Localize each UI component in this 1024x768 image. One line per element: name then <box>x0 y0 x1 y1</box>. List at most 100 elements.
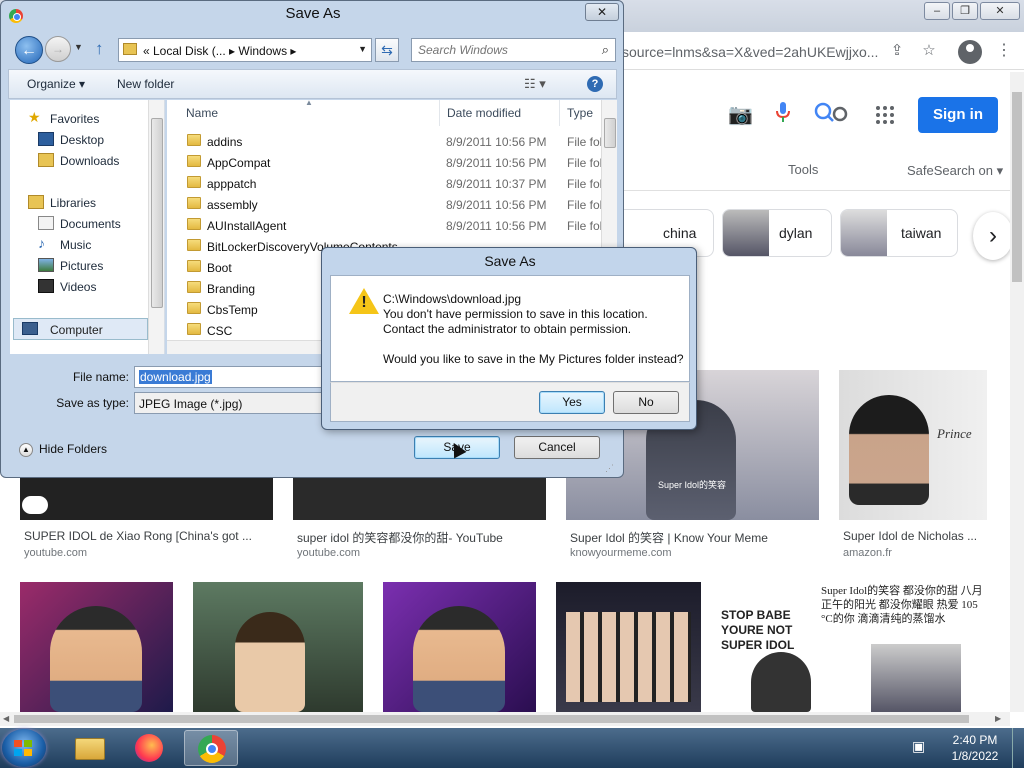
camera-search-icon[interactable]: 📷 <box>728 102 753 127</box>
result-image[interactable] <box>293 476 546 520</box>
change-view-icon[interactable]: ☷ ▾ <box>524 76 546 92</box>
search-input[interactable] <box>418 42 588 58</box>
scroll-right-icon[interactable]: ▶ <box>995 714 1001 723</box>
forward-button[interactable]: → <box>45 36 71 62</box>
chips-next-arrow-icon[interactable]: › <box>973 212 1013 260</box>
column-header-type[interactable]: Type <box>567 100 593 126</box>
file-type: File fol <box>567 198 603 212</box>
nav-label: Computer <box>50 323 103 337</box>
sketch-figure <box>751 652 811 712</box>
system-clock[interactable]: 2:40 PM 1/8/2022 <box>940 732 1010 764</box>
path-breadcrumb[interactable]: « Local Disk (... ▸ Windows ▸ ▼ <box>118 38 372 62</box>
chip-taiwan[interactable]: taiwan <box>840 209 958 257</box>
page-vertical-scrollbar[interactable] <box>1010 72 1024 712</box>
dialog-close-button[interactable]: ✕ <box>585 3 619 21</box>
up-folder-icon[interactable]: ↑ <box>95 39 113 59</box>
share-icon[interactable]: ⇪ <box>886 40 908 62</box>
file-row[interactable]: addins 8/9/2011 10:56 PM File fol <box>167 131 603 152</box>
file-row[interactable]: assembly 8/9/2011 10:56 PM File fol <box>167 194 603 215</box>
search-settings-icon[interactable] <box>814 102 848 126</box>
cancel-button[interactable]: Cancel <box>514 436 600 459</box>
save-as-type-select[interactable]: JPEG Image (*.jpg) <box>134 392 322 414</box>
nav-scrollbar[interactable] <box>148 100 164 354</box>
profile-avatar-icon[interactable] <box>958 40 982 64</box>
taskbar-chrome[interactable] <box>184 730 238 766</box>
search-box[interactable]: ⌕ <box>411 38 616 62</box>
resize-grip-icon[interactable]: ⋰ <box>605 463 614 474</box>
result-image[interactable]: STOP BABE YOURE NOT SUPER IDOL Super Ido… <box>721 582 987 712</box>
tools-tab[interactable]: Tools <box>788 162 818 177</box>
column-separator[interactable] <box>439 100 440 126</box>
scrollbar-thumb[interactable] <box>151 118 163 308</box>
result-caption[interactable]: super idol 的笑容都没你的甜- YouTube <box>297 529 503 546</box>
window-controls: – ❐ ✕ <box>924 2 1020 20</box>
file-date: 8/9/2011 10:56 PM <box>446 156 547 170</box>
nav-label: Favorites <box>50 112 100 126</box>
result-image[interactable] <box>20 476 273 520</box>
folder-icon <box>187 302 201 314</box>
close-window-button[interactable]: ✕ <box>980 2 1020 20</box>
result-image[interactable] <box>20 582 173 712</box>
result-source: youtube.com <box>297 547 360 559</box>
safesearch-toggle[interactable]: SafeSearch on ▾ <box>907 163 1003 179</box>
yes-button[interactable]: Yes <box>539 391 605 414</box>
scrollbar-thumb[interactable] <box>604 118 616 148</box>
help-icon[interactable]: ? <box>587 76 603 92</box>
result-image[interactable]: Prince <box>839 370 987 520</box>
save-as-type-value: JPEG Image (*.jpg) <box>139 397 243 411</box>
file-name: CbsTemp <box>207 303 258 317</box>
error-message-text: You don't have permission to save in thi… <box>383 307 648 321</box>
nav-computer[interactable]: Computer <box>13 318 148 340</box>
folder-icon <box>187 239 201 251</box>
result-source: amazon.fr <box>843 547 892 559</box>
back-button[interactable]: ← <box>15 36 43 64</box>
minimize-button[interactable]: – <box>924 2 950 20</box>
microphone-icon[interactable] <box>776 102 790 122</box>
path-dropdown-icon[interactable]: ▼ <box>358 44 367 54</box>
folder-icon <box>187 134 201 146</box>
result-caption[interactable]: SUPER IDOL de Xiao Rong [China's got ... <box>24 529 252 543</box>
file-name-selected-text[interactable]: download.jpg <box>139 370 212 384</box>
file-row[interactable]: AppCompat 8/9/2011 10:56 PM File fol <box>167 152 603 173</box>
result-image[interactable] <box>193 582 363 712</box>
breadcrumb-text[interactable]: « Local Disk (... ▸ Windows ▸ <box>143 44 296 58</box>
apps-grid-icon[interactable] <box>876 106 894 124</box>
chip-dylan[interactable]: dylan <box>722 209 832 257</box>
organize-button[interactable]: Organize ▾ <box>27 77 85 91</box>
taskbar-explorer[interactable] <box>63 730 117 766</box>
column-separator[interactable] <box>559 100 560 126</box>
recent-locations-dropdown-icon[interactable]: ▼ <box>74 42 86 52</box>
refresh-button[interactable]: ⇆ <box>375 38 399 62</box>
page-horizontal-scrollbar[interactable]: ◀ ▶ <box>0 712 1010 726</box>
no-button[interactable]: No <box>613 391 679 414</box>
scrollbar-thumb[interactable] <box>1012 92 1022 282</box>
show-desktop-button[interactable] <box>1012 728 1024 768</box>
scroll-left-icon[interactable]: ◀ <box>3 714 9 723</box>
nav-label: Music <box>60 238 92 252</box>
file-name-input[interactable]: download.jpg <box>134 366 322 388</box>
new-folder-button[interactable]: New folder <box>117 77 174 91</box>
file-row[interactable]: apppatch 8/9/2011 10:37 PM File fol <box>167 173 603 194</box>
browser-menu-icon[interactable]: ⋮ <box>996 40 1012 60</box>
scrollbar-thumb[interactable] <box>14 715 969 723</box>
music-icon: ♪ <box>38 235 45 251</box>
maximize-button[interactable]: ❐ <box>952 2 978 20</box>
bookmark-star-icon[interactable]: ☆ <box>918 40 940 62</box>
taskbar-firefox[interactable] <box>123 730 177 766</box>
hide-folders-button[interactable]: ▲ Hide Folders <box>19 442 107 457</box>
result-image[interactable] <box>556 582 701 712</box>
folder-icon <box>187 281 201 293</box>
result-caption[interactable]: Super Idol 的笑容 | Know Your Meme <box>570 529 768 546</box>
sign-in-button[interactable]: Sign in <box>918 97 998 133</box>
result-image[interactable] <box>383 582 536 712</box>
network-tray-icon[interactable]: ▣ <box>912 738 934 756</box>
play-icon <box>22 496 48 514</box>
chip-thumbnail <box>841 210 887 256</box>
column-header-date[interactable]: Date modified <box>447 100 521 126</box>
file-row[interactable]: AUInstallAgent 8/9/2011 10:56 PM File fol <box>167 215 603 236</box>
person-figure <box>50 606 142 712</box>
result-caption[interactable]: Super Idol de Nicholas ... <box>843 529 977 543</box>
file-name: Boot <box>207 261 232 275</box>
url-text[interactable]: source=lnms&sa=X&ved=2ahUKEwjjxo... <box>622 44 878 60</box>
column-header-name[interactable]: Name <box>186 100 218 126</box>
